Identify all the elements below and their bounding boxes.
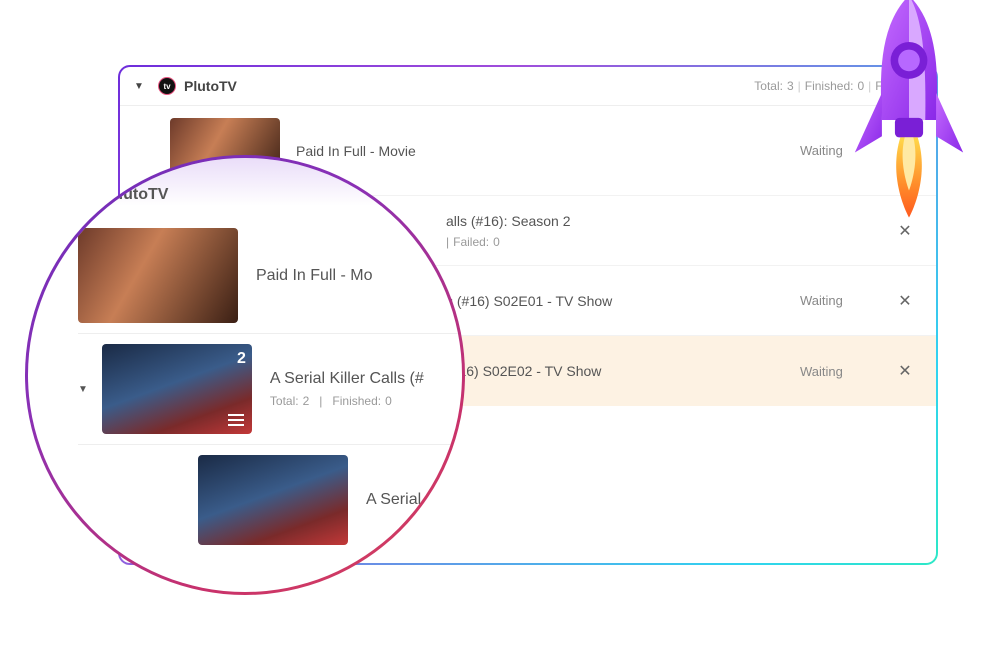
item-title-fragment: s (#16) S02E01 - TV Show	[430, 293, 800, 309]
mag-item-episode: A Serial	[78, 445, 462, 555]
mag-source-name: PlutoTV	[108, 186, 168, 204]
magnifier-inner: tv PlutoTV Paid In Full - Mo ▼ 2 A Seria…	[28, 158, 462, 592]
item-meta: A Serial Killer Calls (# Total: 2 | Fini…	[252, 370, 462, 408]
item-title: Paid In Full - Movie	[280, 143, 800, 159]
item-status: Waiting	[800, 364, 890, 379]
item-subline: Total: 2 | Finished: 0	[270, 394, 462, 408]
finished-label: Finished:	[805, 79, 854, 93]
chevron-down-icon[interactable]: ▼	[78, 384, 88, 395]
chevron-down-icon[interactable]: ▼	[134, 81, 148, 92]
item-title: Paid In Full - Mo	[238, 267, 462, 285]
thumbnail	[78, 228, 238, 323]
thumbnail: 2	[102, 344, 252, 434]
finished-value: 0	[857, 79, 864, 93]
mag-item-movie: Paid In Full - Mo	[78, 218, 462, 334]
magnified-content: tv PlutoTV Paid In Full - Mo ▼ 2 A Seria…	[78, 178, 462, 555]
episode-count-badge: 2	[237, 350, 246, 368]
remove-button[interactable]: ✕	[890, 221, 920, 241]
total-label: Total:	[754, 79, 783, 93]
item-status: Waiting	[800, 143, 890, 158]
failed-value: 0	[915, 79, 922, 93]
mag-item-season: ▼ 2 A Serial Killer Calls (# Total: 2 | …	[78, 334, 462, 445]
failed-label: Failed:	[875, 79, 911, 93]
pluto-icon: tv	[158, 77, 176, 95]
magnifier-overlay: tv PlutoTV Paid In Full - Mo ▼ 2 A Seria…	[25, 155, 465, 595]
mag-group-header: tv PlutoTV	[78, 178, 462, 218]
item-title: A Serial	[348, 491, 462, 509]
item-subline: | Failed: 0	[446, 235, 800, 249]
item-title-fragment: alls (#16): Season 2	[446, 213, 800, 229]
group-stats: Total: 3 | Finished: 0 | Failed: 0	[754, 79, 922, 93]
stack-icon	[228, 414, 244, 426]
pluto-icon: tv	[78, 184, 100, 206]
source-name: PlutoTV	[184, 78, 754, 94]
item-title: A Serial Killer Calls (#	[270, 370, 462, 388]
remove-button[interactable]: ✕	[890, 291, 920, 311]
item-status: Waiting	[800, 293, 890, 308]
item-title-fragment: (#16) S02E02 - TV Show	[430, 363, 800, 379]
remove-button[interactable]: ✕	[890, 361, 920, 381]
total-value: 3	[787, 79, 794, 93]
thumbnail	[198, 455, 348, 545]
source-group-header[interactable]: ▼ tv PlutoTV Total: 3 | Finished: 0 | Fa…	[120, 67, 936, 106]
item-meta: alls (#16): Season 2 | Failed: 0	[430, 213, 800, 249]
